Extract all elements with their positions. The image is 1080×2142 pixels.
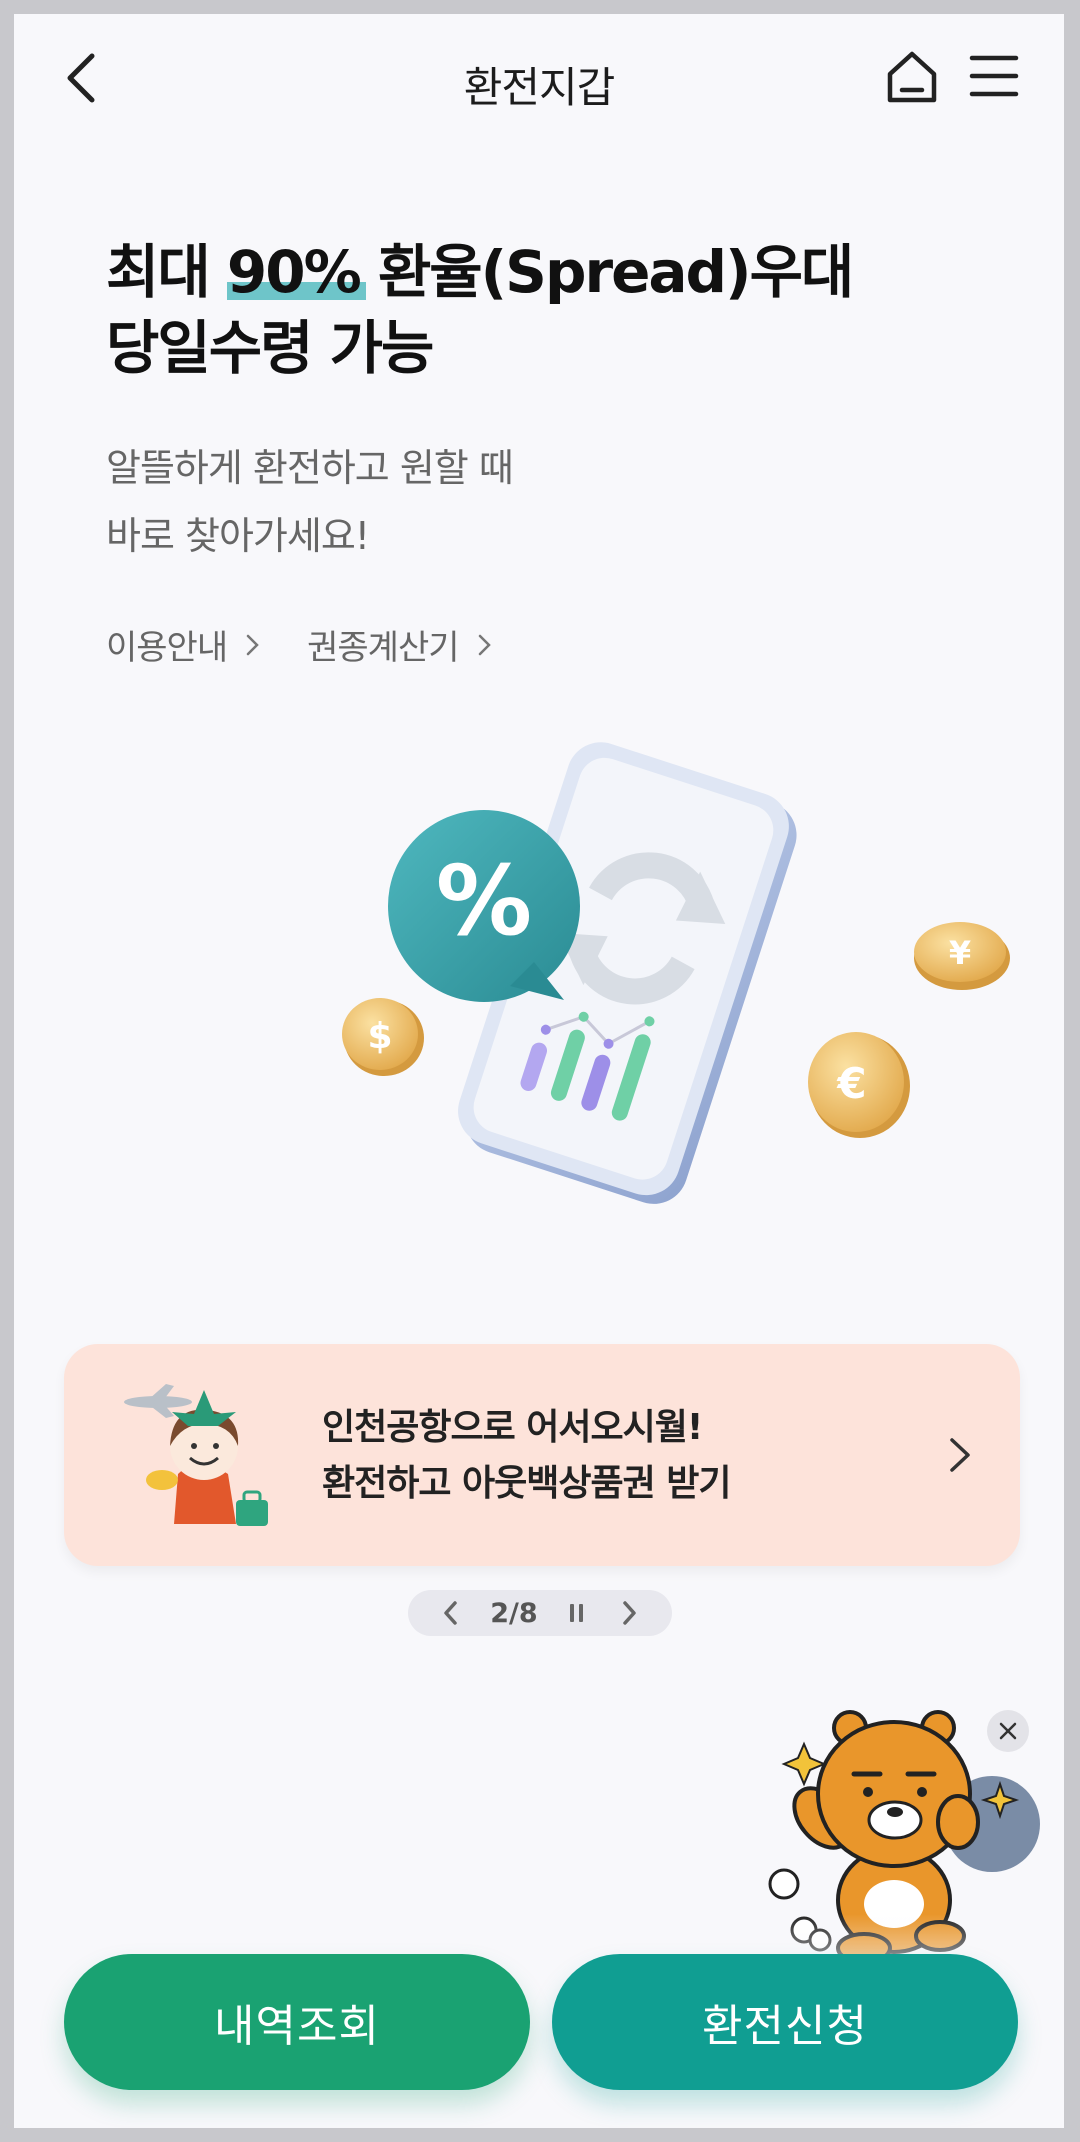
pause-icon — [569, 1604, 583, 1622]
banner-pager: 2/8 — [408, 1590, 672, 1636]
dollar-coin-graphic: $ — [342, 998, 424, 1076]
info-links: 이용안내 권종계산기 — [106, 620, 539, 669]
exchange-phone-illustration: % $ ¥ € — [342, 742, 1010, 1204]
chevron-right-icon — [246, 634, 259, 655]
euro-coin-graphic: € — [808, 1032, 910, 1138]
character-traveler-illustration — [124, 1384, 268, 1526]
app-screen: 환전지갑 최대 90% 환율(Spread)우대 당일수령 가능 알뜰하게 환전… — [14, 14, 1064, 2128]
close-floating-button[interactable] — [987, 1710, 1029, 1752]
previous-slide-button[interactable] — [438, 1598, 464, 1628]
promo-banner-line2: 환전하고 아웃백상품권 받기 — [322, 1463, 732, 1504]
promo-banner-line1: 인천공항으로 어서오시월! — [322, 1407, 703, 1448]
svg-text:€: € — [836, 1059, 866, 1108]
home-icon — [887, 51, 937, 103]
chevron-left-icon — [444, 1601, 457, 1625]
hero-title-line2: 당일수령 가능 — [106, 314, 434, 382]
hero-subtitle-line1: 알뜰하게 환전하고 원할 때 — [106, 446, 514, 490]
hero-title: 최대 90% 환율(Spread)우대 당일수령 가능 — [106, 234, 854, 386]
chevron-right-icon — [478, 634, 491, 655]
transaction-history-button[interactable]: 내역조회 — [64, 1954, 530, 2090]
denomination-calculator-label: 권종계산기 — [307, 628, 459, 668]
svg-text:¥: ¥ — [949, 934, 971, 972]
promo-banner[interactable]: 인천공항으로 어서오시월! 환전하고 아웃백상품권 받기 — [64, 1344, 1020, 1566]
close-icon — [999, 1722, 1017, 1740]
home-button[interactable] — [882, 46, 942, 106]
menu-button[interactable] — [964, 46, 1024, 106]
hero-subtitle: 알뜰하게 환전하고 원할 때 바로 찾아가세요! — [106, 434, 514, 570]
hero-title-suffix: 환율(Spread)우대 — [359, 238, 854, 306]
header: 환전지갑 — [14, 14, 1064, 134]
slide-counter: 2/8 — [490, 1597, 538, 1629]
next-slide-button[interactable] — [616, 1598, 642, 1628]
chevron-right-icon — [950, 1438, 970, 1472]
pause-slide-button[interactable] — [564, 1598, 590, 1628]
svg-text:$: $ — [367, 1016, 392, 1057]
denomination-calculator-link[interactable]: 권종계산기 — [307, 620, 494, 669]
promo-banner-text: 인천공항으로 어서오시월! 환전하고 아웃백상품권 받기 — [322, 1400, 732, 1512]
hero-subtitle-line2: 바로 찾아가세요! — [106, 514, 370, 558]
svg-text:%: % — [436, 845, 532, 957]
usage-guide-link[interactable]: 이용안내 — [106, 620, 263, 669]
exchange-apply-button[interactable]: 환전신청 — [552, 1954, 1018, 2090]
hero-title-highlight: 90% — [226, 234, 366, 310]
chevron-right-icon — [623, 1601, 636, 1625]
yen-coin-graphic: ¥ — [914, 922, 1010, 990]
usage-guide-label: 이용안내 — [106, 628, 228, 668]
hero-title-prefix: 최대 — [106, 238, 227, 306]
hamburger-menu-icon — [969, 55, 1019, 97]
percent-bubble-graphic: % — [388, 810, 580, 1002]
